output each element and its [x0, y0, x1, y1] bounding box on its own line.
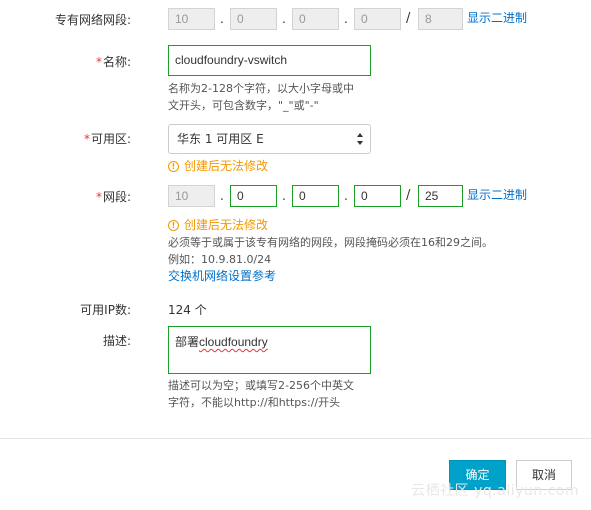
footer-divider — [0, 438, 591, 439]
cidr-show-binary-link[interactable]: 显示二进制 — [467, 188, 527, 202]
dot-separator: . — [282, 12, 286, 26]
dot-separator: . — [344, 12, 348, 26]
description-textarea[interactable]: 部署cloudfoundry — [168, 326, 371, 374]
vpc-cidr-label: 专有网络网段: — [54, 13, 131, 27]
cidr-mask-input[interactable]: 25 — [418, 185, 463, 207]
warning-icon: ! — [168, 219, 179, 231]
cidr-warning: ! 创建后无法修改 — [168, 218, 268, 232]
name-help-line-2: 文开头，可包含数字，"_"或"-" — [168, 99, 319, 112]
name-input[interactable]: cloudfoundry-vswitch — [168, 45, 371, 76]
dot-separator: . — [220, 12, 224, 26]
zone-warning-text: 创建后无法修改 — [184, 159, 269, 173]
cidr-label: *网段: — [0, 190, 131, 204]
cidr-octet-1: 10 — [168, 185, 215, 207]
vpc-octet-3: 0 — [292, 8, 339, 30]
available-ip-value: 124 个 — [168, 303, 207, 317]
vswitch-network-reference-link[interactable]: 交换机网络设置参考 — [168, 269, 276, 283]
required-mark: * — [83, 132, 90, 146]
description-help-line-2: 字符，不能以http://和https://开头 — [168, 396, 341, 409]
cidr-octet-4-input[interactable]: 0 — [354, 185, 401, 207]
vpc-show-binary-link[interactable]: 显示二进制 — [467, 11, 527, 25]
zone-select[interactable]: 华东 1 可用区 E — [168, 124, 371, 154]
available-ip-label: 可用IP数: — [80, 303, 131, 317]
cidr-help-line-1: 必须等于或属于该专有网络的网段，网段掩码必须在16和29之间。 — [168, 236, 493, 249]
dot-separator: . — [220, 189, 224, 203]
zone-warning: ! 创建后无法修改 — [168, 159, 268, 173]
dot-separator: . — [282, 189, 286, 203]
name-label-text: 名称: — [102, 55, 131, 69]
cidr-octet-2-input[interactable]: 0 — [230, 185, 277, 207]
required-mark: * — [95, 55, 102, 69]
cidr-label-text: 网段: — [102, 190, 131, 204]
description-label: 描述: — [102, 334, 131, 348]
name-label: *名称: — [0, 55, 131, 69]
zone-label-text: 可用区: — [90, 132, 131, 146]
description-text-prefix: 部署 — [175, 335, 200, 349]
vpc-octet-2: 0 — [230, 8, 277, 30]
required-mark: * — [95, 190, 102, 204]
slash-separator: / — [406, 188, 411, 203]
dot-separator: . — [344, 189, 348, 203]
slash-separator: / — [406, 11, 411, 26]
select-arrows-icon — [357, 133, 363, 145]
cidr-help-line-2: 例如：10.9.81.0/24 — [168, 253, 272, 266]
vpc-octet-4: 0 — [354, 8, 401, 30]
cidr-warning-text: 创建后无法修改 — [184, 218, 269, 232]
vpc-octet-1: 10 — [168, 8, 215, 30]
zone-selected-value: 华东 1 可用区 E — [177, 132, 264, 146]
watermark: 云栖社区 yq.aliyun.com — [411, 483, 579, 499]
warning-icon: ! — [168, 160, 179, 172]
vpc-mask: 8 — [418, 8, 463, 30]
description-text-word: cloudfoundry — [199, 335, 268, 349]
zone-label: *可用区: — [0, 132, 131, 146]
description-help-line-1: 描述可以为空；或填写2-256个中英文 — [168, 379, 354, 392]
name-help-line-1: 名称为2-128个字符，以大小字母或中 — [168, 82, 354, 95]
cidr-octet-3-input[interactable]: 0 — [292, 185, 339, 207]
